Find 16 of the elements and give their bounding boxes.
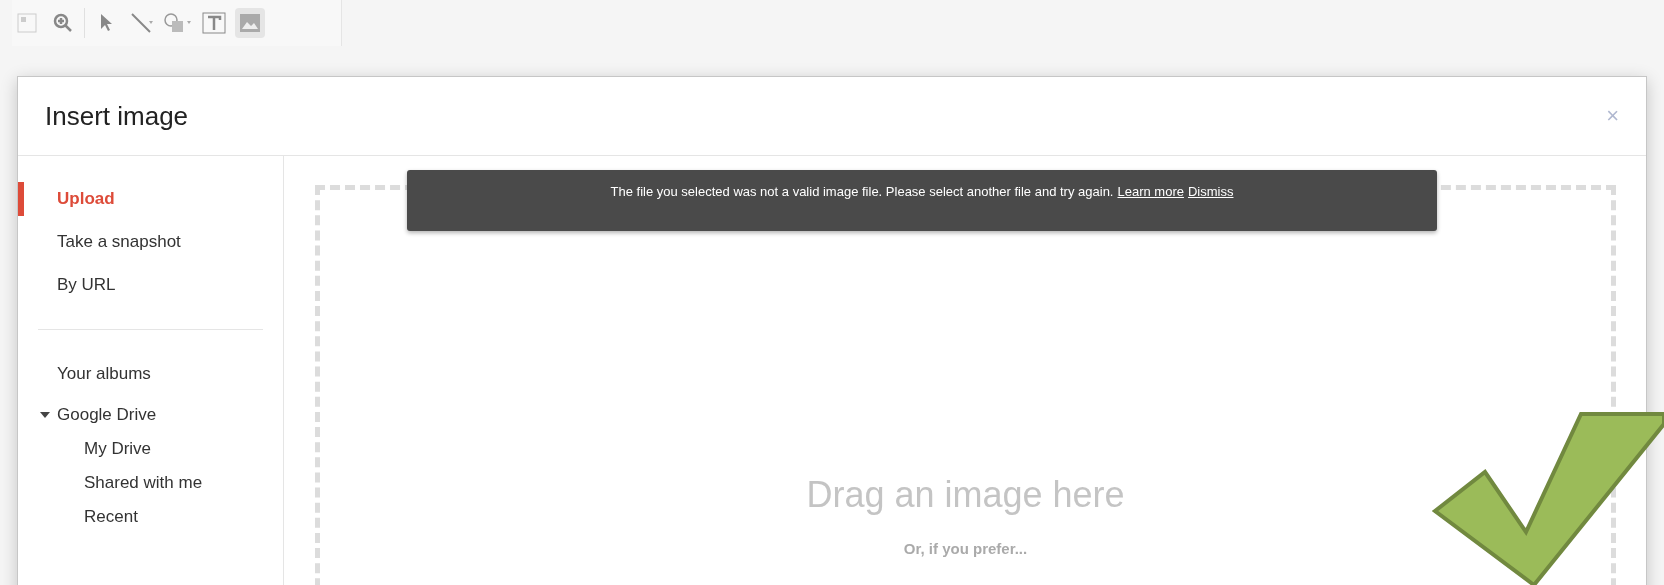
sidebar-item[interactable]: Recent — [18, 500, 283, 534]
sidebar-item[interactable]: My Drive — [18, 432, 283, 466]
sidebar-item[interactable]: Take a snapshot — [18, 225, 283, 259]
sidebar-item[interactable]: Google Drive — [18, 398, 283, 432]
banner-link[interactable]: Learn more — [1117, 182, 1184, 231]
sidebar-item[interactable]: Upload — [18, 182, 283, 216]
sidebar-item[interactable]: Your albums — [18, 357, 283, 391]
sidebar-item[interactable]: By URL — [18, 268, 283, 302]
sidebar-item[interactable]: Shared with me — [18, 466, 283, 500]
drop-heading: Drag an image here — [806, 473, 1125, 517]
caret-icon — [40, 412, 50, 418]
image-icon[interactable] — [235, 8, 265, 38]
dialog-title: Insert image — [45, 99, 189, 133]
drop-subheading: Or, if you prefer... — [903, 539, 1028, 559]
error-message: The file you selected was not a valid image file. Please select another file and try again. — [610, 183, 1114, 201]
banner-link[interactable]: Dismiss — [1187, 182, 1234, 231]
